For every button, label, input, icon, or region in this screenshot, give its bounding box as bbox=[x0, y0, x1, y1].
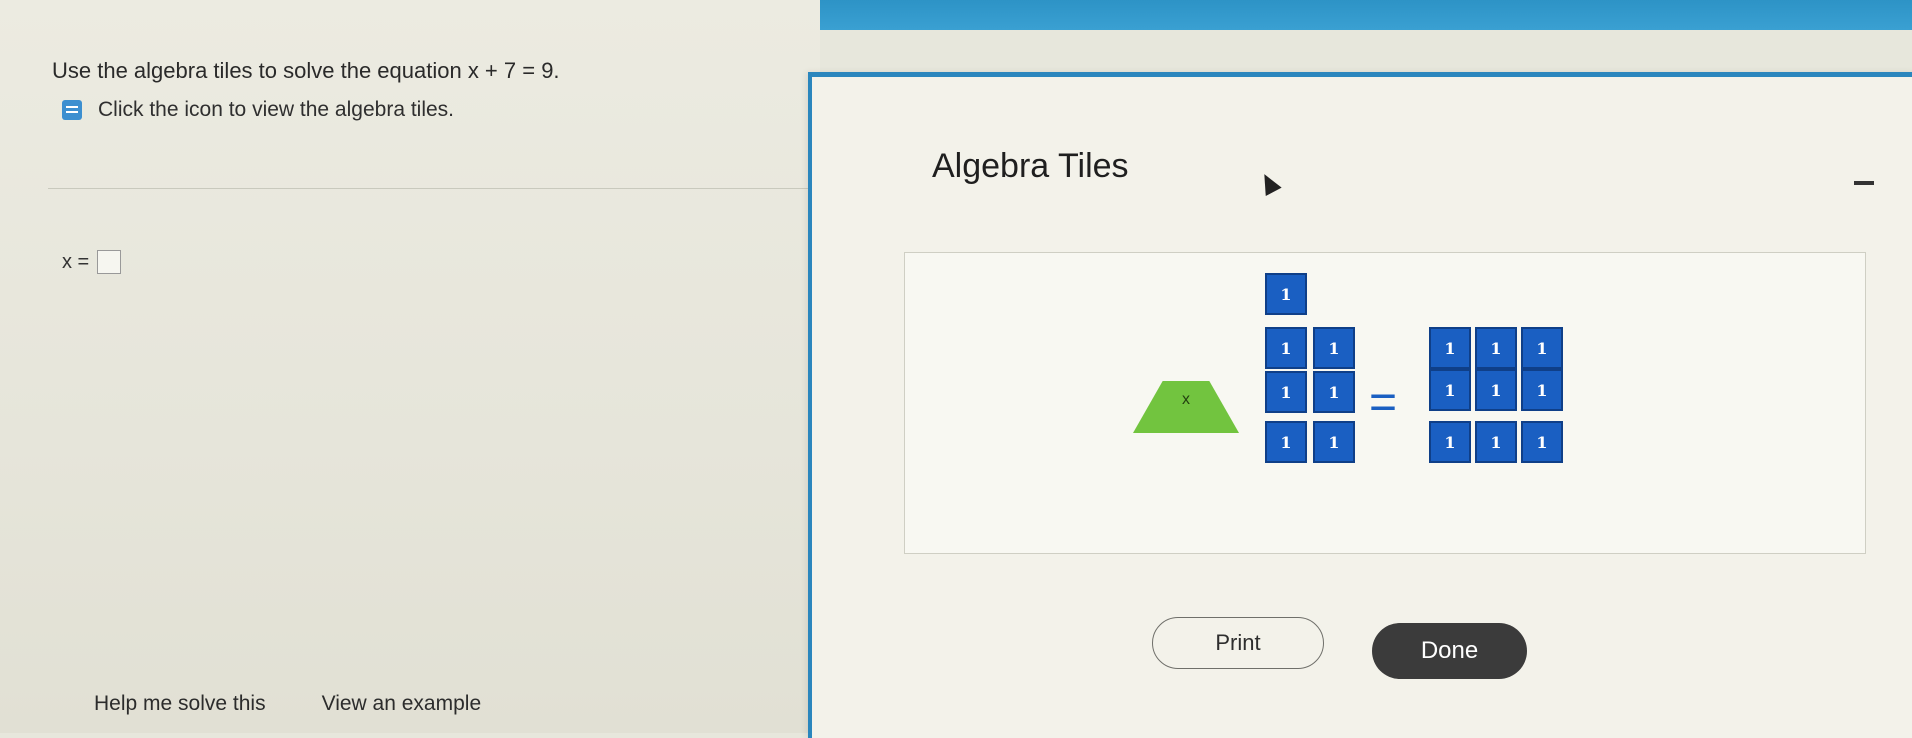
left-unit-tile[interactable]: 1 bbox=[1265, 273, 1307, 315]
help-me-solve-button[interactable]: Help me solve this bbox=[90, 690, 270, 718]
unit-tile-label: 1 bbox=[1280, 382, 1292, 402]
unit-tile-label: 1 bbox=[1280, 432, 1292, 452]
question-pane: Use the algebra tiles to solve the equat… bbox=[0, 0, 820, 733]
unit-tile-label: 1 bbox=[1328, 382, 1340, 402]
print-button[interactable]: Print bbox=[1152, 617, 1324, 669]
unit-tile-label: 1 bbox=[1490, 380, 1502, 400]
right-unit-tile[interactable]: 1 bbox=[1429, 369, 1471, 411]
algebra-tiles-popup: Algebra Tiles x = 1 1 1 1 1 1 1 1 1 1 1 1 1 1 1 1 Print… bbox=[808, 72, 1912, 738]
unit-tile-label: 1 bbox=[1536, 432, 1548, 452]
popup-title: Algebra Tiles bbox=[932, 147, 1129, 185]
left-unit-tile[interactable]: 1 bbox=[1265, 327, 1307, 369]
x-tile-label: x bbox=[1182, 391, 1190, 408]
unit-tile-label: 1 bbox=[1490, 338, 1502, 358]
unit-tile-label: 1 bbox=[1328, 338, 1340, 358]
right-unit-tile[interactable]: 1 bbox=[1521, 369, 1563, 411]
bottom-links: Help me solve this View an example bbox=[90, 690, 485, 718]
unit-tile-label: 1 bbox=[1280, 338, 1292, 358]
unit-tile-label: 1 bbox=[1444, 338, 1456, 358]
unit-tile-label: 1 bbox=[1280, 284, 1292, 304]
unit-tile-label: 1 bbox=[1490, 432, 1502, 452]
document-icon[interactable] bbox=[62, 100, 82, 120]
tiles-workspace: x = 1 1 1 1 1 1 1 1 1 1 1 1 1 1 1 1 bbox=[904, 252, 1866, 554]
unit-tile-label: 1 bbox=[1328, 432, 1340, 452]
instruction-text: Click the icon to view the algebra tiles… bbox=[98, 98, 455, 121]
unit-tile-label: 1 bbox=[1536, 380, 1548, 400]
right-unit-tile[interactable]: 1 bbox=[1475, 327, 1517, 369]
right-unit-tile[interactable]: 1 bbox=[1521, 421, 1563, 463]
answer-label: x = bbox=[62, 250, 90, 273]
unit-tile-label: 1 bbox=[1536, 338, 1548, 358]
left-unit-tile[interactable]: 1 bbox=[1265, 371, 1307, 413]
right-unit-tile[interactable]: 1 bbox=[1475, 421, 1517, 463]
left-unit-tile[interactable]: 1 bbox=[1265, 421, 1307, 463]
unit-tile-label: 1 bbox=[1444, 432, 1456, 452]
left-unit-tile[interactable]: 1 bbox=[1313, 421, 1355, 463]
left-unit-tile[interactable]: 1 bbox=[1313, 327, 1355, 369]
right-unit-tile[interactable]: 1 bbox=[1521, 327, 1563, 369]
unit-tile-label: 1 bbox=[1444, 380, 1456, 400]
view-example-button[interactable]: View an example bbox=[318, 690, 486, 718]
equals-sign: = bbox=[1369, 376, 1398, 429]
right-unit-tile[interactable]: 1 bbox=[1429, 327, 1471, 369]
right-unit-tile[interactable]: 1 bbox=[1429, 421, 1471, 463]
answer-row: x = bbox=[62, 250, 122, 274]
right-unit-tile[interactable]: 1 bbox=[1475, 369, 1517, 411]
divider bbox=[48, 188, 808, 189]
left-unit-tile[interactable]: 1 bbox=[1313, 371, 1355, 413]
minimize-icon[interactable] bbox=[1854, 181, 1874, 185]
instruction-row: Click the icon to view the algebra tiles… bbox=[62, 98, 454, 122]
question-text: Use the algebra tiles to solve the equat… bbox=[52, 58, 560, 83]
answer-input[interactable] bbox=[97, 250, 122, 274]
mouse-cursor-icon bbox=[1256, 169, 1282, 197]
x-tile[interactable]: x bbox=[1133, 381, 1239, 433]
done-button[interactable]: Done bbox=[1372, 623, 1527, 679]
